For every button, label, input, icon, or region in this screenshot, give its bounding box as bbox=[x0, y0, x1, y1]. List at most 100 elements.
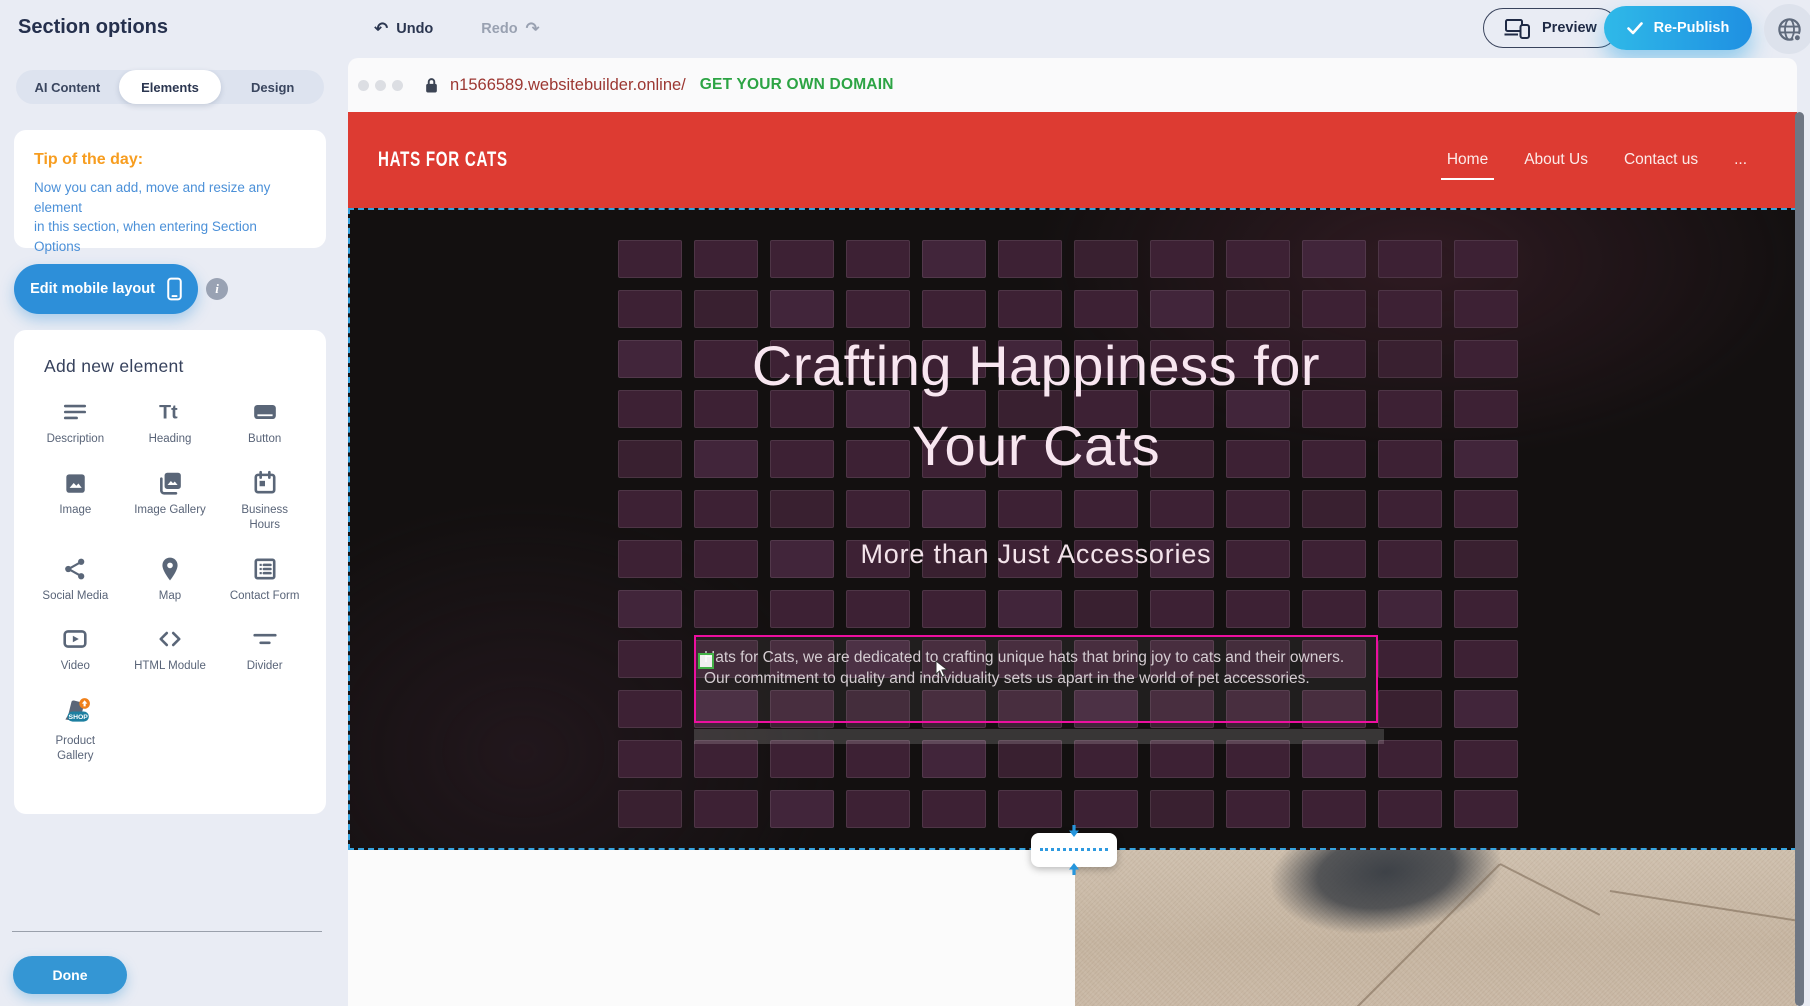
hero-tile bbox=[694, 740, 758, 778]
nav-more-ellipsis[interactable]: ... bbox=[1734, 151, 1747, 169]
preview-button[interactable]: Preview bbox=[1483, 8, 1618, 48]
element-html-module[interactable]: HTML Module bbox=[123, 626, 218, 675]
social-media-icon bbox=[62, 556, 88, 582]
hero-tile bbox=[1074, 540, 1138, 578]
hero-tile bbox=[694, 590, 758, 628]
hero-tile bbox=[846, 440, 910, 478]
hero-tile bbox=[1150, 740, 1214, 778]
next-section-left bbox=[348, 850, 1075, 1006]
sidebar-divider bbox=[12, 931, 322, 932]
edit-mobile-label: Edit mobile layout bbox=[30, 281, 155, 297]
hero-tile bbox=[998, 590, 1062, 628]
hero-tile bbox=[846, 490, 910, 528]
mouse-cursor bbox=[935, 660, 951, 678]
devices-icon bbox=[1504, 18, 1531, 39]
get-domain-link[interactable]: GET YOUR OWN DOMAIN bbox=[700, 76, 894, 94]
tab-ai-content[interactable]: AI Content bbox=[16, 70, 119, 104]
hero-tile bbox=[1226, 340, 1290, 378]
hero-tile bbox=[618, 490, 682, 528]
browser-dot bbox=[358, 80, 369, 91]
element-label: Map bbox=[159, 589, 181, 605]
hero-tile bbox=[1302, 740, 1366, 778]
hero-section-selected[interactable]: Crafting Happiness for Your Cats More th… bbox=[348, 208, 1797, 850]
hero-tile bbox=[694, 490, 758, 528]
hero-tile bbox=[922, 490, 986, 528]
hero-tile bbox=[1150, 590, 1214, 628]
element-label: Image Gallery bbox=[134, 503, 206, 519]
republish-label: Re-Publish bbox=[1654, 20, 1730, 36]
divider-icon bbox=[252, 626, 278, 652]
edit-mobile-layout-button[interactable]: Edit mobile layout bbox=[14, 264, 198, 314]
element-label: Divider bbox=[247, 659, 283, 675]
hero-tile bbox=[1150, 540, 1214, 578]
undo-button[interactable]: ↶ Undo bbox=[368, 20, 439, 39]
element-hover-highlight bbox=[694, 729, 1384, 744]
site-nav: Home About Us Contact us ... bbox=[1447, 112, 1747, 208]
republish-button[interactable]: Re-Publish bbox=[1604, 6, 1752, 50]
hero-tile bbox=[618, 640, 682, 678]
hero-paragraph: Hats for Cats, we are dedicated to craft… bbox=[704, 647, 1368, 690]
hero-tile bbox=[1302, 590, 1366, 628]
element-button[interactable]: Button bbox=[217, 399, 312, 448]
site-url[interactable]: n1566589.websitebuilder.online/ bbox=[450, 76, 686, 95]
hero-tile bbox=[1226, 290, 1290, 328]
hero-tile bbox=[1378, 240, 1442, 278]
nav-home[interactable]: Home bbox=[1447, 151, 1488, 169]
hero-tile bbox=[1378, 440, 1442, 478]
hero-tile bbox=[922, 240, 986, 278]
element-label: Social Media bbox=[42, 589, 108, 605]
done-button[interactable]: Done bbox=[13, 956, 127, 994]
hero-tile bbox=[618, 440, 682, 478]
hero-tile bbox=[1074, 440, 1138, 478]
nav-contact-us[interactable]: Contact us bbox=[1624, 151, 1698, 169]
tab-elements[interactable]: Elements bbox=[119, 70, 222, 104]
element-map[interactable]: Map bbox=[123, 556, 218, 605]
hero-tile bbox=[998, 740, 1062, 778]
site-logo[interactable]: HATS FOR CATS bbox=[378, 148, 508, 172]
element-product-gallery[interactable]: SHOP Product Gallery bbox=[28, 697, 123, 765]
hero-tile bbox=[846, 790, 910, 828]
element-business-hours[interactable]: Business Hours bbox=[217, 470, 312, 534]
language-globe-button[interactable] bbox=[1764, 4, 1810, 54]
canvas-scrollbar[interactable] bbox=[1795, 112, 1804, 1006]
element-label: Image bbox=[59, 503, 91, 519]
globe-icon bbox=[1776, 16, 1803, 43]
element-video[interactable]: Video bbox=[28, 626, 123, 675]
tab-design[interactable]: Design bbox=[221, 70, 324, 104]
top-bar: Section options ↶ Undo Redo ↷ Preview bbox=[0, 0, 1810, 58]
shop-badge: SHOP bbox=[69, 714, 89, 721]
hero-tile bbox=[1378, 690, 1442, 728]
hero-tile bbox=[1150, 440, 1214, 478]
hero-tile bbox=[694, 390, 758, 428]
element-heading[interactable]: Tt Heading bbox=[123, 399, 218, 448]
image-icon bbox=[62, 470, 88, 496]
hero-tile bbox=[1150, 790, 1214, 828]
hero-tile bbox=[1378, 290, 1442, 328]
element-contact-form[interactable]: Contact Form bbox=[217, 556, 312, 605]
hero-tile bbox=[618, 590, 682, 628]
section-resize-handle[interactable] bbox=[1031, 833, 1117, 867]
selected-text-element[interactable]: Hats for Cats, we are dedicated to craft… bbox=[694, 635, 1378, 723]
resize-corner-handle[interactable] bbox=[698, 653, 714, 669]
redo-button[interactable]: Redo ↷ bbox=[475, 20, 546, 39]
element-description[interactable]: Description bbox=[28, 399, 123, 448]
element-label: HTML Module bbox=[134, 659, 206, 675]
hero-tile bbox=[998, 240, 1062, 278]
website-builder-app: Section options ↶ Undo Redo ↷ Preview bbox=[0, 0, 1810, 1006]
element-social-media[interactable]: Social Media bbox=[28, 556, 123, 605]
hero-tile bbox=[1074, 340, 1138, 378]
element-divider[interactable]: Divider bbox=[217, 626, 312, 675]
pavement-seam bbox=[1500, 863, 1601, 916]
element-image-gallery[interactable]: Image Gallery bbox=[123, 470, 218, 534]
hero-tile bbox=[694, 540, 758, 578]
info-icon[interactable]: i bbox=[206, 278, 228, 300]
element-image[interactable]: Image bbox=[28, 470, 123, 534]
hero-tile bbox=[846, 540, 910, 578]
button-icon bbox=[252, 399, 278, 425]
hero-tile bbox=[618, 340, 682, 378]
hero-tile bbox=[618, 690, 682, 728]
element-label: Button bbox=[248, 432, 281, 448]
hero-tile bbox=[1150, 290, 1214, 328]
hero-tile bbox=[846, 590, 910, 628]
nav-about-us[interactable]: About Us bbox=[1524, 151, 1588, 169]
